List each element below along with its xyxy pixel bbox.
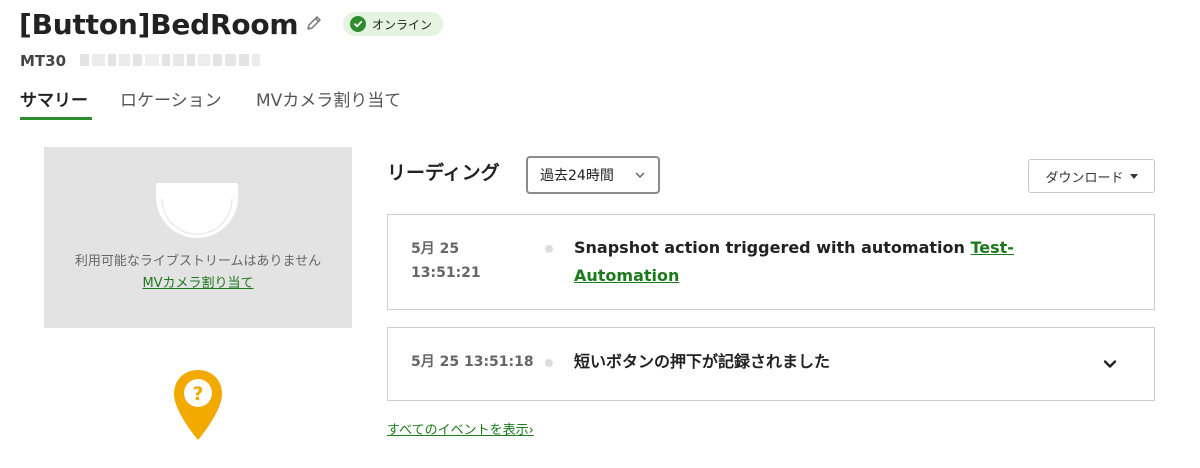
dome-camera-icon [156, 183, 238, 238]
status-text: オンライン [372, 17, 433, 32]
caret-down-icon [1129, 173, 1138, 179]
event-text: 短いボタンの押下が記録されました [574, 352, 831, 371]
no-stream-message: 利用可能なライブストリームはありません [74, 254, 322, 269]
period-value: 過去24時間 [540, 168, 614, 184]
chevron-down-icon [635, 172, 645, 179]
view-all-events-link[interactable]: すべてのイベントを表示› [387, 419, 534, 438]
tab-location[interactable]: ロケーション [120, 86, 222, 111]
event-time: 13:51:21 [411, 265, 481, 281]
timeline-dot [545, 245, 553, 253]
active-tab-indicator [20, 117, 92, 120]
period-dropdown[interactable]: 過去24時間 [526, 156, 660, 194]
tab-summary[interactable]: サマリー [20, 86, 88, 111]
event-datetime: 5月 25 13:51:18 [411, 354, 534, 370]
mv-camera-assign-link-wrap: MVカメラ割り当て [44, 272, 352, 291]
timeline-dot [545, 359, 553, 367]
status-badge: オンライン [343, 12, 444, 36]
event-text: Snapshot action triggered with automatio… [574, 238, 965, 257]
download-label: ダウンロード [1045, 170, 1124, 186]
tab-mv-camera-assign[interactable]: MVカメラ割り当て [256, 86, 401, 111]
event-description: Snapshot action triggered with automatio… [574, 234, 1044, 290]
chevron-down-icon[interactable] [1102, 356, 1118, 372]
readings-title: リーディング [387, 162, 500, 184]
pencil-icon[interactable] [305, 14, 323, 32]
check-circle-icon [350, 16, 366, 32]
event-date: 5月 25 [411, 241, 460, 257]
svg-text:?: ? [192, 383, 203, 405]
page-title: [Button]BedRoom [19, 8, 299, 41]
unknown-location-pin-icon[interactable]: ? [172, 368, 224, 442]
mv-camera-assign-link[interactable]: MVカメラ割り当て [142, 276, 253, 291]
serial-number-redacted [80, 52, 261, 68]
download-button[interactable]: ダウンロード [1028, 159, 1155, 193]
device-model: MT30 [20, 52, 67, 70]
